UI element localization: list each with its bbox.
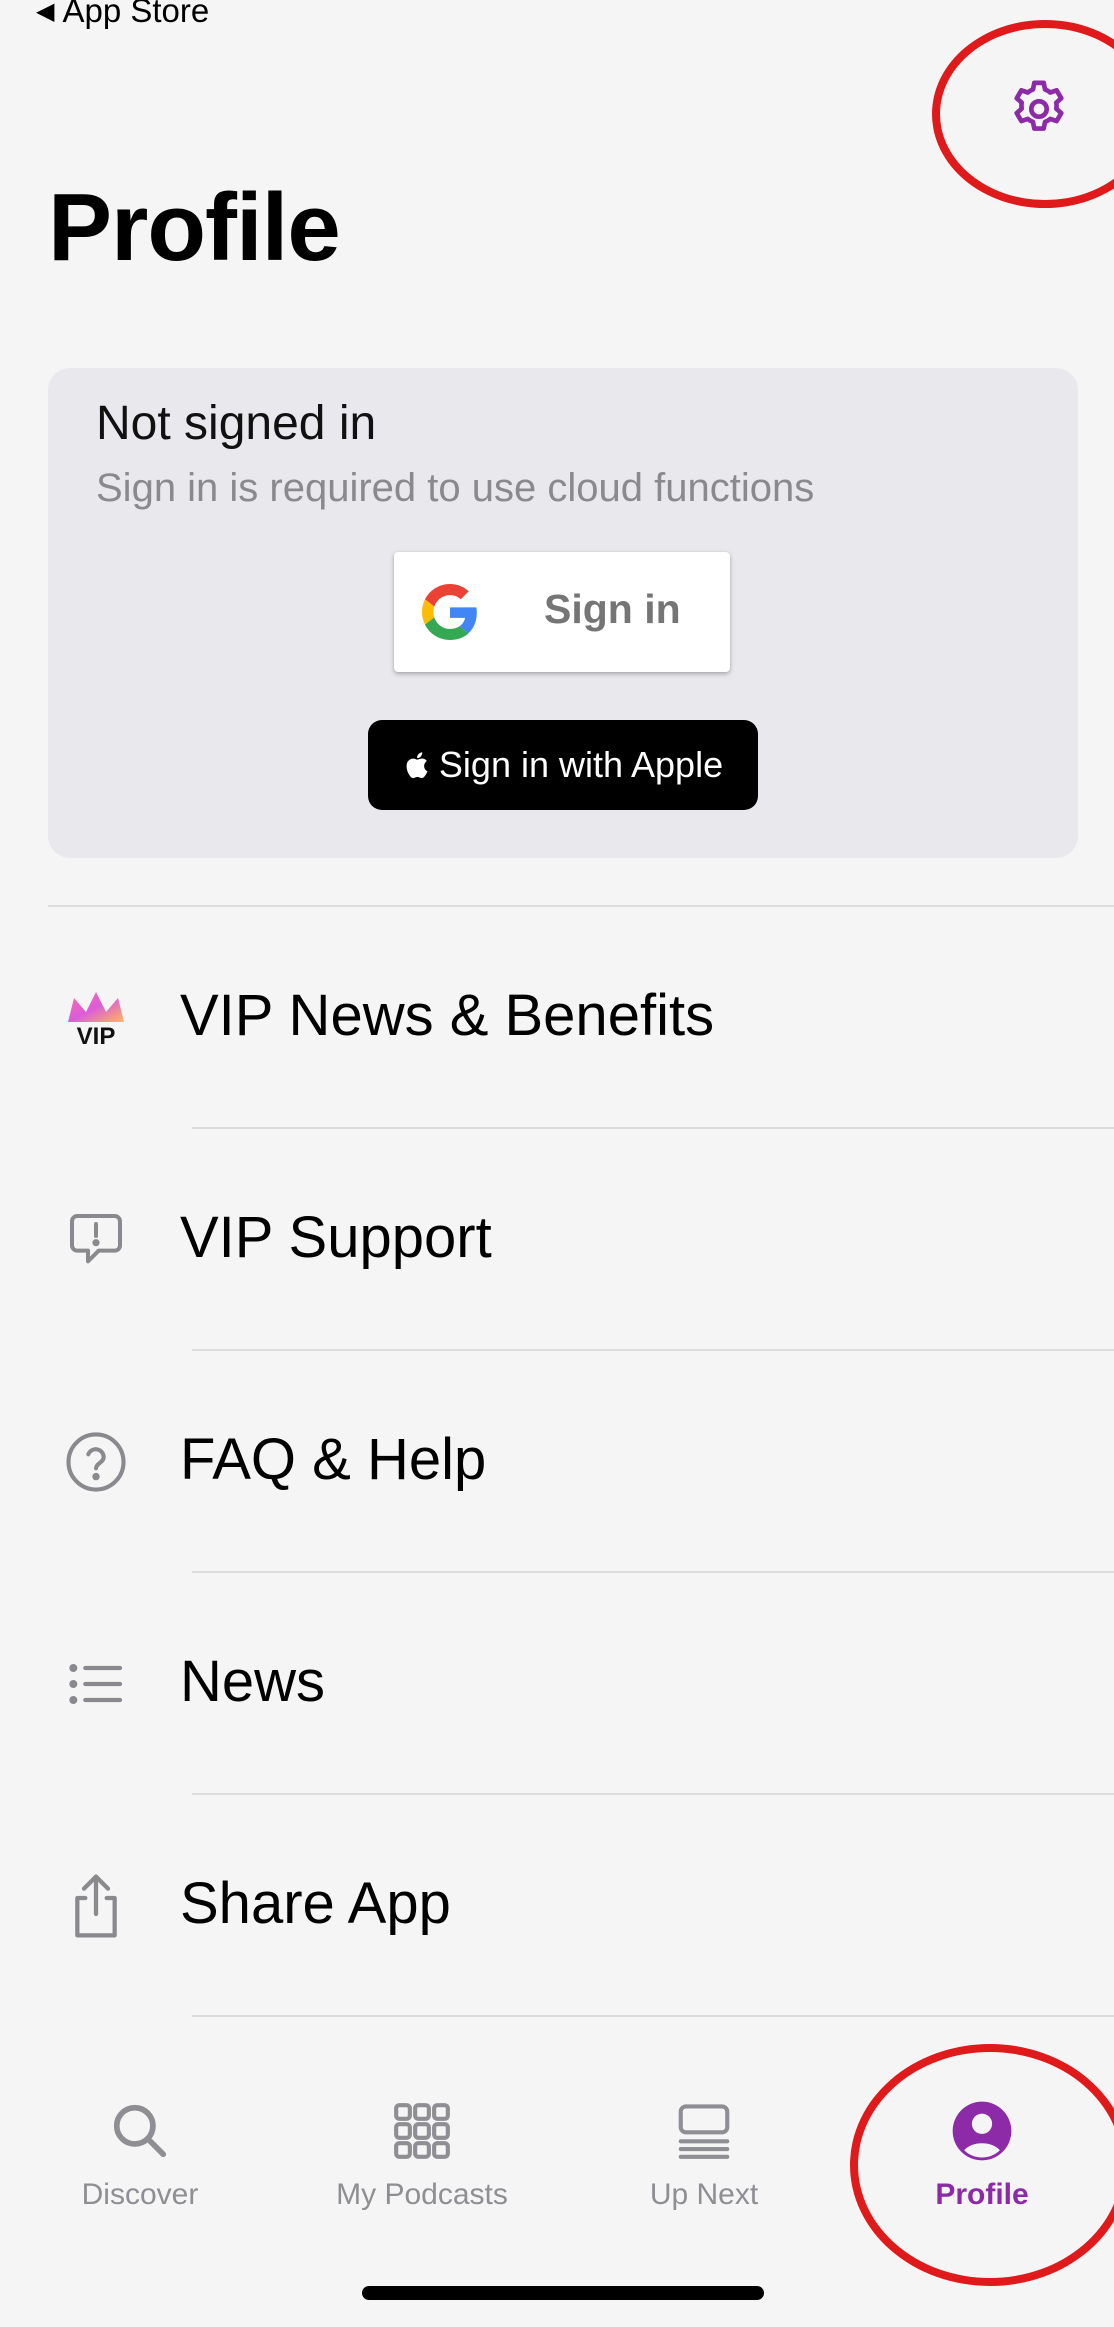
page-title: Profile [48, 174, 341, 281]
gear-icon [1014, 80, 1064, 131]
tab-label-profile: Profile [935, 2178, 1029, 2211]
back-triangle-icon: ◀ [36, 0, 55, 25]
person-icon [949, 2098, 1015, 2164]
menu-item-faq-help[interactable]: FAQ & Help [0, 1351, 1114, 1573]
tab-my-podcasts[interactable]: My Podcasts [292, 2098, 552, 2228]
tab-discover[interactable]: Discover [10, 2098, 270, 2228]
queue-icon [671, 2098, 737, 2164]
home-indicator [362, 2286, 764, 2300]
signin-card: Not signed in Sign in is required to use… [48, 368, 1078, 858]
tab-bar: Discover My Podcasts Up Next Profile [0, 2068, 1114, 2228]
menu-item-vip-support[interactable]: VIP Support [0, 1129, 1114, 1351]
apple-signin-button[interactable]: Sign in with Apple [368, 720, 758, 810]
settings-button[interactable] [996, 66, 1082, 152]
row-divider [192, 2015, 1114, 2017]
menu-item-share-app[interactable]: Share App [0, 1795, 1114, 2017]
menu-label-share-app: Share App [180, 1871, 451, 1936]
grid-icon [389, 2098, 455, 2164]
menu-label-faq-help: FAQ & Help [180, 1427, 487, 1492]
back-label: App Store [62, 0, 210, 29]
google-signin-label: Sign in [544, 586, 681, 632]
google-logo-icon [422, 584, 477, 640]
tab-label-my-podcasts: My Podcasts [336, 2178, 508, 2211]
tab-label-up-next: Up Next [649, 2178, 759, 2211]
question-circle-icon [60, 1426, 132, 1498]
apple-signin-label: Sign in with Apple [438, 744, 724, 785]
vip-badge-text: VIP [77, 1023, 116, 1050]
menu-item-vip-news[interactable]: VIP VIP News & Benefits [0, 907, 1114, 1129]
menu-item-news[interactable]: News [0, 1573, 1114, 1795]
tab-label-discover: Discover [81, 2178, 199, 2211]
tab-up-next[interactable]: Up Next [574, 2098, 834, 2228]
list-icon [60, 1648, 132, 1720]
share-icon [60, 1870, 132, 1942]
google-signin-button[interactable]: Sign in [394, 552, 730, 672]
back-to-app-store[interactable]: ◀ App Store [36, 0, 209, 30]
menu-label-vip-news: VIP News & Benefits [180, 983, 715, 1048]
signin-status-title: Not signed in [96, 397, 377, 450]
support-bubble-icon [60, 1204, 132, 1276]
signin-status-subtitle: Sign in is required to use cloud functio… [96, 466, 815, 510]
menu-label-vip-support: VIP Support [180, 1205, 492, 1270]
apple-logo-icon [406, 752, 428, 779]
search-icon [107, 2098, 173, 2164]
tab-profile[interactable]: Profile [852, 2098, 1112, 2228]
menu-label-news: News [180, 1649, 326, 1714]
vip-crown-icon: VIP [60, 982, 132, 1054]
